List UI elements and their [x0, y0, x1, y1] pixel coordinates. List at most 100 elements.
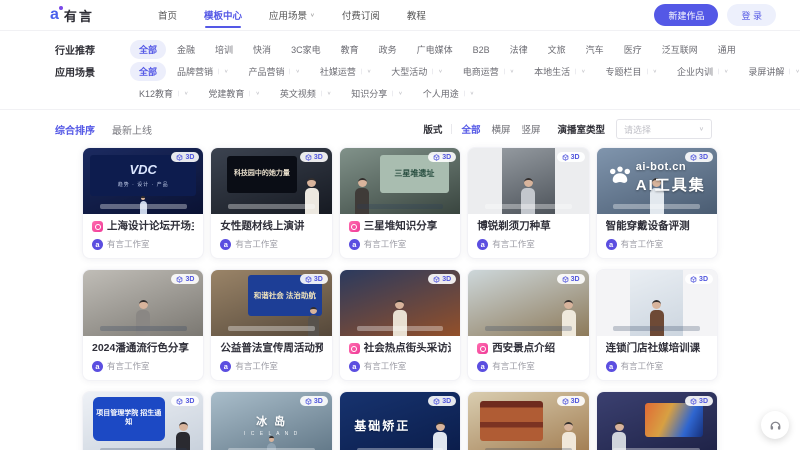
template-card[interactable]: 3D博锐剃须刀种草a有言工作室 — [467, 147, 589, 259]
studio-name: 有言工作室 — [235, 360, 278, 372]
sort-tab[interactable]: 最新上线 — [112, 122, 152, 137]
filter-option[interactable]: 广电媒体 — [408, 40, 462, 59]
filter-option[interactable]: 泛互联网 — [653, 40, 707, 59]
chevron-down-icon: ∨ — [361, 69, 371, 75]
badge-3d-label: 3D — [442, 154, 451, 161]
template-thumbnail[interactable]: 和谐社会 法治助航3D — [211, 270, 331, 336]
template-thumbnail[interactable]: 基础矫正3D — [340, 392, 460, 450]
filter-option[interactable]: 英文视频∨ — [271, 84, 340, 103]
layout-option[interactable]: 竖屏 — [521, 122, 540, 136]
template-thumbnail[interactable]: 项目管理学院 招生通知3D — [83, 392, 203, 450]
nav-item-首页[interactable]: 首页 — [158, 0, 177, 33]
chevron-down-icon: ∨ — [289, 69, 299, 75]
watermark-line2: AI工具集 — [636, 174, 706, 195]
nav-item-模板中心[interactable]: 模板中心 — [204, 0, 242, 33]
layout-option[interactable]: 全部 — [461, 122, 480, 136]
sort-tab[interactable]: 综合排序 — [55, 122, 95, 137]
filter-option[interactable]: 专题栏目∨ — [597, 62, 666, 81]
filter-option[interactable]: 医疗 — [615, 40, 651, 59]
presenter-avatar — [561, 422, 577, 450]
studio-row: a有言工作室 — [349, 238, 451, 250]
filter-option[interactable]: 大型活动∨ — [382, 62, 451, 81]
template-card[interactable]: 3D社会热点街头采访连线a有言工作室 — [339, 269, 461, 381]
filter-option[interactable]: K12教育∨ — [130, 84, 197, 103]
filter-option[interactable]: 金融 — [168, 40, 204, 59]
badge-3d: 3D — [557, 274, 585, 284]
template-card[interactable]: 3Dai-bot.cnAI工具集智能穿戴设备评测a有言工作室 — [596, 147, 718, 259]
filter-panel: 行业推荐全部金融培训快消3C家电教育政务广电媒体B2B法律文旅汽车医疗泛互联网通… — [0, 31, 800, 103]
template-card[interactable]: 项目管理学院 招生通知3Da有言工作室 — [82, 391, 204, 450]
filter-option[interactable]: 本地生活∨ — [525, 62, 594, 81]
filter-option[interactable]: 社媒运营∨ — [311, 62, 380, 81]
template-card[interactable]: 3D连锁门店社媒培训课a有言工作室 — [596, 269, 718, 381]
template-title-text: 上海设计论坛开场主持 — [107, 220, 194, 233]
template-thumbnail[interactable]: 3D — [83, 270, 203, 336]
template-thumbnail[interactable]: 3D — [468, 392, 588, 450]
template-thumbnail[interactable]: 科技园中的她力量3D — [211, 148, 331, 214]
login-button[interactable]: 登 录 — [727, 4, 776, 26]
template-card[interactable]: VDC趋势 · 设计 · 产品3D上海设计论坛开场主持a有言工作室 — [82, 147, 204, 259]
template-card[interactable]: 3Da有言工作室 — [467, 391, 589, 450]
filter-option[interactable]: 个人用途∨ — [414, 84, 483, 103]
filter-option[interactable]: 培训 — [206, 40, 242, 59]
filter-option-label: 党建教育 — [208, 87, 244, 100]
template-thumbnail[interactable]: 3D — [597, 392, 717, 450]
chevron-down-icon: ∨ — [310, 12, 315, 18]
caption-bar — [485, 204, 572, 209]
template-thumbnail[interactable]: 3D — [468, 270, 588, 336]
brand-logo[interactable]: a 有言 — [50, 6, 158, 25]
filter-option-label: 电商运营 — [463, 65, 499, 78]
template-thumbnail[interactable]: 冰 岛I C E L A N D3D — [211, 392, 331, 450]
filter-option[interactable]: 产品营销∨ — [239, 62, 308, 81]
filter-option[interactable]: 电商运营∨ — [454, 62, 523, 81]
template-card[interactable]: 科技园中的她力量3D女性题材线上演讲a有言工作室 — [210, 147, 332, 259]
filter-option[interactable]: 全部 — [130, 62, 166, 81]
template-card[interactable]: 和谐社会 法治助航3D公益普法宣传周活动预告a有言工作室 — [210, 269, 332, 381]
nav-item-教程[interactable]: 教程 — [407, 0, 426, 33]
filter-option[interactable]: 教育 — [332, 40, 368, 59]
studio-type-select[interactable]: 请选择 ∨ — [616, 119, 712, 139]
template-card[interactable]: 基础矫正3Da有言工作室 — [339, 391, 461, 450]
filter-option[interactable]: 企业内训∨ — [668, 62, 737, 81]
template-card[interactable]: 3D西安景点介绍a有言工作室 — [467, 269, 589, 381]
filter-option[interactable]: 全部 — [130, 40, 166, 59]
nav-item-应用场景[interactable]: 应用场景∨ — [269, 0, 315, 33]
chevron-down-icon: ∨ — [392, 91, 402, 97]
template-thumbnail[interactable]: 3D — [597, 270, 717, 336]
template-thumbnail[interactable]: VDC趋势 · 设计 · 产品3D — [83, 148, 203, 214]
new-work-button[interactable]: 新建作品 — [654, 4, 718, 26]
filter-option[interactable]: 3C家电 — [282, 40, 330, 59]
template-card[interactable]: 3Da有言工作室 — [596, 391, 718, 450]
filter-option-label: 英文视频 — [280, 87, 316, 100]
filter-option-label: 政务 — [379, 43, 397, 56]
filter-option[interactable]: 通用 — [709, 40, 745, 59]
template-thumbnail[interactable]: 三星堆遗址3D — [340, 148, 460, 214]
card-info: 上海设计论坛开场主持a有言工作室 — [83, 214, 203, 258]
template-title-text: 连锁门店社媒培训课 — [606, 342, 701, 355]
template-card[interactable]: 三星堆遗址3D三星堆知识分享a有言工作室 — [339, 147, 461, 259]
template-thumbnail[interactable]: 3D — [468, 148, 588, 214]
watermark-line1: ai-bot.cn — [636, 161, 706, 173]
filter-option[interactable]: 快消 — [244, 40, 280, 59]
filter-option-label: 教育 — [341, 43, 359, 56]
template-thumbnail[interactable]: 3D — [340, 270, 460, 336]
filter-option[interactable]: 文旅 — [539, 40, 575, 59]
filter-option[interactable]: B2B — [464, 42, 499, 58]
template-card[interactable]: 3D2024潘通流行色分享a有言工作室 — [82, 269, 204, 381]
filter-option[interactable]: 党建教育∨ — [199, 84, 268, 103]
filter-option[interactable]: 汽车 — [577, 40, 613, 59]
filter-option-label: 金融 — [177, 43, 195, 56]
customer-service-button[interactable] — [761, 411, 789, 439]
filter-option[interactable]: 知识分享∨ — [342, 84, 411, 103]
filter-option[interactable]: 品牌营销∨ — [168, 62, 237, 81]
badge-3d-label: 3D — [699, 398, 708, 405]
layout-option[interactable]: 横屏 — [491, 122, 510, 136]
filter-option[interactable]: 政务 — [370, 40, 406, 59]
studio-logo-icon: a — [477, 239, 488, 250]
nav-item-付费订阅[interactable]: 付费订阅 — [342, 0, 380, 33]
filter-option[interactable]: 法律 — [501, 40, 537, 59]
template-title: 女性题材线上演讲 — [220, 220, 322, 233]
filter-option[interactable]: 录屏讲解∨ — [739, 62, 800, 81]
template-card[interactable]: 冰 岛I C E L A N D3Da有言工作室 — [210, 391, 332, 450]
template-thumbnail[interactable]: 3Dai-bot.cnAI工具集 — [597, 148, 717, 214]
